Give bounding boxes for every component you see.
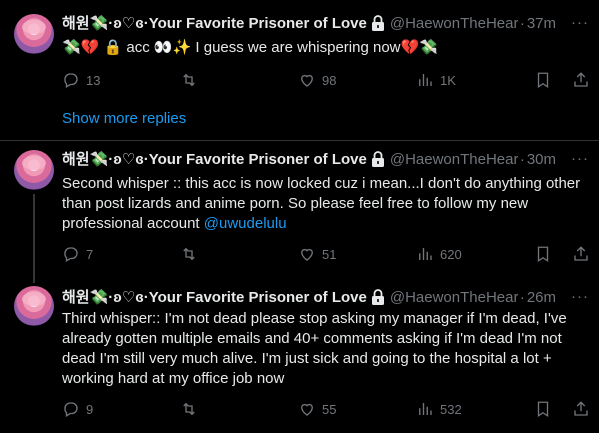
tweet-text: Third whisper:: I'm not dead please stop… <box>62 310 567 387</box>
handle[interactable]: @HaewonTheHeart <box>390 14 518 34</box>
tweet-1[interactable]: 해원💸·ʚ♡ɞ·Your Favorite Prisoner of Love @H… <box>0 0 599 100</box>
avatar[interactable] <box>14 14 54 54</box>
views-icon <box>419 74 432 86</box>
share-button[interactable] <box>572 244 590 264</box>
view-count: 620 <box>440 246 462 262</box>
display-name[interactable]: 해원💸·ʚ♡ɞ·Your Favorite Prisoner of Love <box>62 288 367 308</box>
retweet-icon <box>183 247 195 261</box>
avatar[interactable] <box>14 286 54 326</box>
like-icon <box>301 248 313 261</box>
views-icon <box>419 248 432 260</box>
lock-icon <box>371 15 384 31</box>
like-count: 55 <box>322 401 337 417</box>
display-name[interactable]: 해원💸·ʚ♡ɞ·Your Favorite Prisoner of Love <box>62 14 367 34</box>
reply-button[interactable]: 13 <box>62 70 100 90</box>
timestamp[interactable]: 30m <box>527 151 556 168</box>
view-count: 1K <box>440 72 456 88</box>
bookmark-button[interactable] <box>534 244 552 264</box>
reply-icon <box>64 73 78 88</box>
tweet-text-content: Second whisper :: this acc is now locked… <box>62 175 581 232</box>
tweet-header: 해원💸·ʚ♡ɞ·Your Favorite Prisoner of Love @H… <box>62 288 591 308</box>
like-button[interactable]: 98 <box>298 70 336 90</box>
separator-dot: · <box>519 151 525 168</box>
reply-count: 13 <box>86 72 101 88</box>
tweet-header: 해원💸·ʚ♡ɞ·Your Favorite Prisoner of Love @H… <box>62 14 591 34</box>
more-icon[interactable]: ··· <box>571 14 589 31</box>
tweet-header: 해원💸·ʚ♡ɞ·Your Favorite Prisoner of Love @H… <box>62 150 591 170</box>
action-bar: 7 51 620 <box>62 244 592 264</box>
tweet-3[interactable]: 해원💸·ʚ♡ɞ·Your Favorite Prisoner of Love @H… <box>0 283 599 433</box>
retweet-icon <box>183 73 195 87</box>
reply-icon <box>64 402 78 417</box>
tweet-text: 💸💔 🔒 acc 👀✨ I guess we are whispering no… <box>62 39 438 56</box>
share-icon <box>574 72 588 87</box>
bookmark-button[interactable] <box>534 399 552 419</box>
lock-icon <box>371 151 384 167</box>
timestamp[interactable]: 37m <box>527 15 556 32</box>
share-button[interactable] <box>572 70 590 90</box>
like-count: 98 <box>322 72 337 88</box>
bookmark-icon <box>537 246 549 263</box>
reply-button[interactable]: 9 <box>62 399 93 419</box>
views-button[interactable]: 620 <box>416 244 462 264</box>
view-count: 532 <box>440 401 462 417</box>
retweet-button[interactable] <box>180 244 198 264</box>
retweet-button[interactable] <box>180 70 198 90</box>
share-icon <box>574 246 588 261</box>
more-icon[interactable]: ··· <box>571 288 589 305</box>
like-icon <box>301 74 313 87</box>
retweet-icon <box>183 402 195 416</box>
action-bar: 9 55 532 <box>62 399 592 419</box>
share-button[interactable] <box>572 399 590 419</box>
like-button[interactable]: 51 <box>298 244 336 264</box>
reply-count: 9 <box>86 401 94 417</box>
share-icon <box>574 401 588 416</box>
reply-count: 7 <box>86 246 94 262</box>
separator-dot: · <box>519 15 525 32</box>
retweet-button[interactable] <box>180 399 198 419</box>
display-name[interactable]: 해원💸·ʚ♡ɞ·Your Favorite Prisoner of Love <box>62 150 367 170</box>
timestamp[interactable]: 26m <box>527 289 556 306</box>
separator-dot: · <box>519 289 525 306</box>
bookmark-icon <box>537 72 549 89</box>
handle[interactable]: @HaewonTheHeart <box>390 288 518 308</box>
views-icon <box>419 403 432 415</box>
like-icon <box>301 403 313 416</box>
like-count: 51 <box>322 246 337 262</box>
more-icon[interactable]: ··· <box>571 150 589 167</box>
bookmark-icon <box>537 401 549 418</box>
thread-line <box>33 194 35 283</box>
bookmark-button[interactable] <box>534 70 552 90</box>
tweet-2[interactable]: 해원💸·ʚ♡ɞ·Your Favorite Prisoner of Love @H… <box>0 141 599 283</box>
views-button[interactable]: 1K <box>416 70 456 90</box>
lock-icon <box>371 289 384 305</box>
mention-link[interactable]: @uwudelulu <box>204 215 287 232</box>
like-button[interactable]: 55 <box>298 399 336 419</box>
action-bar: 13 98 1K <box>62 70 592 90</box>
views-button[interactable]: 532 <box>416 399 462 419</box>
tweet-text: Second whisper :: this acc is now locked… <box>62 174 582 234</box>
handle[interactable]: @HaewonTheHeart <box>390 150 518 170</box>
show-more-replies-link[interactable]: Show more replies <box>62 109 186 129</box>
reply-button[interactable]: 7 <box>62 244 93 264</box>
avatar[interactable] <box>14 150 54 190</box>
reply-icon <box>64 247 78 262</box>
